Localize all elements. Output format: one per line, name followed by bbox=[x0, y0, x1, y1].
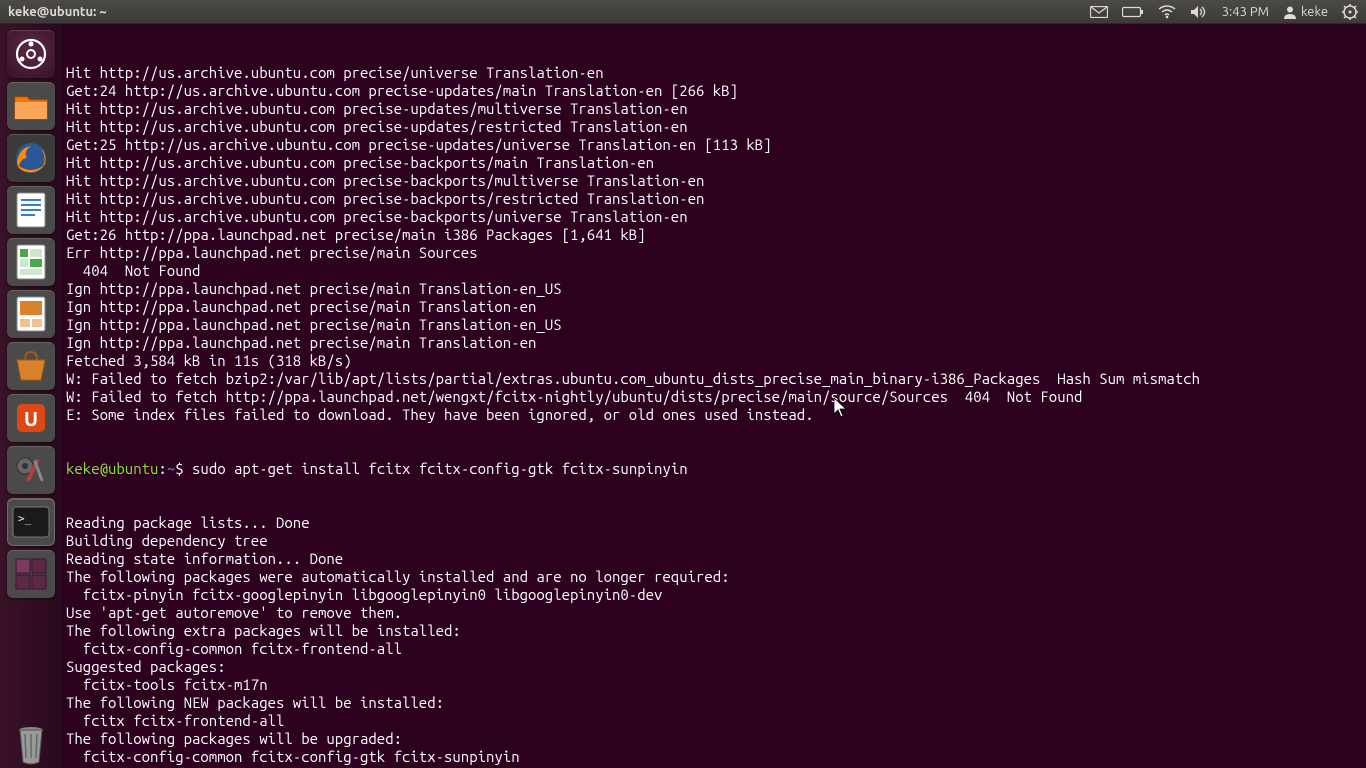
launcher-workspace-switcher[interactable] bbox=[7, 550, 55, 598]
launcher-dash[interactable] bbox=[7, 30, 55, 78]
terminal-line: Hit http://us.archive.ubuntu.com precise… bbox=[66, 100, 1362, 118]
launcher-calc[interactable] bbox=[7, 238, 55, 286]
launcher-writer[interactable] bbox=[7, 186, 55, 234]
terminal-line: Hit http://us.archive.ubuntu.com precise… bbox=[66, 172, 1362, 190]
command-text: sudo apt-get install fcitx fcitx-config-… bbox=[192, 460, 688, 477]
terminal-line: The following extra packages will be ins… bbox=[66, 622, 1362, 640]
launcher-system-settings[interactable] bbox=[7, 446, 55, 494]
launcher-files[interactable] bbox=[7, 82, 55, 130]
terminal-line: fcitx-tools fcitx-m17n bbox=[66, 676, 1362, 694]
terminal-line: Hit http://us.archive.ubuntu.com precise… bbox=[66, 208, 1362, 226]
network-icon[interactable] bbox=[1158, 5, 1176, 19]
launcher-trash[interactable] bbox=[7, 720, 55, 768]
terminal-line: Get:25 http://us.archive.ubuntu.com prec… bbox=[66, 136, 1362, 154]
terminal-line: Ign http://ppa.launchpad.net precise/mai… bbox=[66, 334, 1362, 352]
terminal-line: Ign http://ppa.launchpad.net precise/mai… bbox=[66, 316, 1362, 334]
clock[interactable]: 3:43 PM bbox=[1222, 5, 1269, 19]
launcher: U >_ bbox=[0, 24, 62, 768]
terminal-line: Use 'apt-get autoremove' to remove them. bbox=[66, 604, 1362, 622]
terminal-line: W: Failed to fetch bzip2:/var/lib/apt/li… bbox=[66, 370, 1362, 388]
session-icon[interactable] bbox=[1342, 4, 1358, 20]
battery-icon[interactable] bbox=[1122, 6, 1144, 18]
terminal-line: Building dependency tree bbox=[66, 532, 1362, 550]
user-label: keke bbox=[1301, 5, 1328, 19]
launcher-firefox[interactable] bbox=[7, 134, 55, 182]
terminal[interactable]: Hit http://us.archive.ubuntu.com precise… bbox=[62, 24, 1366, 768]
terminal-line: Fetched 3,584 kB in 11s (318 kB/s) bbox=[66, 352, 1362, 370]
terminal-line: 404 Not Found bbox=[66, 262, 1362, 280]
launcher-terminal[interactable]: >_ bbox=[7, 498, 55, 546]
terminal-line: Hit http://us.archive.ubuntu.com precise… bbox=[66, 154, 1362, 172]
terminal-line: Get:24 http://us.archive.ubuntu.com prec… bbox=[66, 82, 1362, 100]
terminal-line: Ign http://ppa.launchpad.net precise/mai… bbox=[66, 298, 1362, 316]
launcher-software-center[interactable] bbox=[7, 342, 55, 390]
terminal-line: fcitx-pinyin fcitx-googlepinyin libgoogl… bbox=[66, 586, 1362, 604]
terminal-line: E: Some index files failed to download. … bbox=[66, 406, 1362, 424]
terminal-line: W: Failed to fetch http://ppa.launchpad.… bbox=[66, 388, 1362, 406]
terminal-line: Hit http://us.archive.ubuntu.com precise… bbox=[66, 190, 1362, 208]
terminal-line: Suggested packages: bbox=[66, 658, 1362, 676]
terminal-line: fcitx-config-common fcitx-frontend-all bbox=[66, 640, 1362, 658]
terminal-line: Reading package lists... Done bbox=[66, 514, 1362, 532]
terminal-line: Reading state information... Done bbox=[66, 550, 1362, 568]
terminal-line: The following packages were automaticall… bbox=[66, 568, 1362, 586]
menubar: keke@ubuntu: ~ 3:43 PM keke bbox=[0, 0, 1366, 24]
svg-text:U: U bbox=[24, 407, 38, 430]
window-title: keke@ubuntu: ~ bbox=[8, 5, 107, 19]
prompt-user: keke@ubuntu bbox=[66, 460, 158, 477]
terminal-line: Err http://ppa.launchpad.net precise/mai… bbox=[66, 244, 1362, 262]
svg-text:>_: >_ bbox=[18, 512, 32, 525]
terminal-line: fcitx-config-common fcitx-config-gtk fci… bbox=[66, 748, 1362, 766]
terminal-line: Get:26 http://ppa.launchpad.net precise/… bbox=[66, 226, 1362, 244]
user-menu[interactable]: keke bbox=[1283, 5, 1328, 19]
terminal-line: The following packages will be upgraded: bbox=[66, 730, 1362, 748]
launcher-impress[interactable] bbox=[7, 290, 55, 338]
mail-icon[interactable] bbox=[1090, 6, 1108, 18]
prompt-path: ~ bbox=[167, 460, 175, 477]
terminal-line: Hit http://us.archive.ubuntu.com precise… bbox=[66, 118, 1362, 136]
terminal-line: Ign http://ppa.launchpad.net precise/mai… bbox=[66, 280, 1362, 298]
terminal-line: Hit http://us.archive.ubuntu.com precise… bbox=[66, 64, 1362, 82]
launcher-ubuntu-one[interactable]: U bbox=[7, 394, 55, 442]
volume-icon[interactable] bbox=[1190, 5, 1208, 19]
terminal-line: fcitx fcitx-frontend-all bbox=[66, 712, 1362, 730]
terminal-line: The following NEW packages will be insta… bbox=[66, 694, 1362, 712]
